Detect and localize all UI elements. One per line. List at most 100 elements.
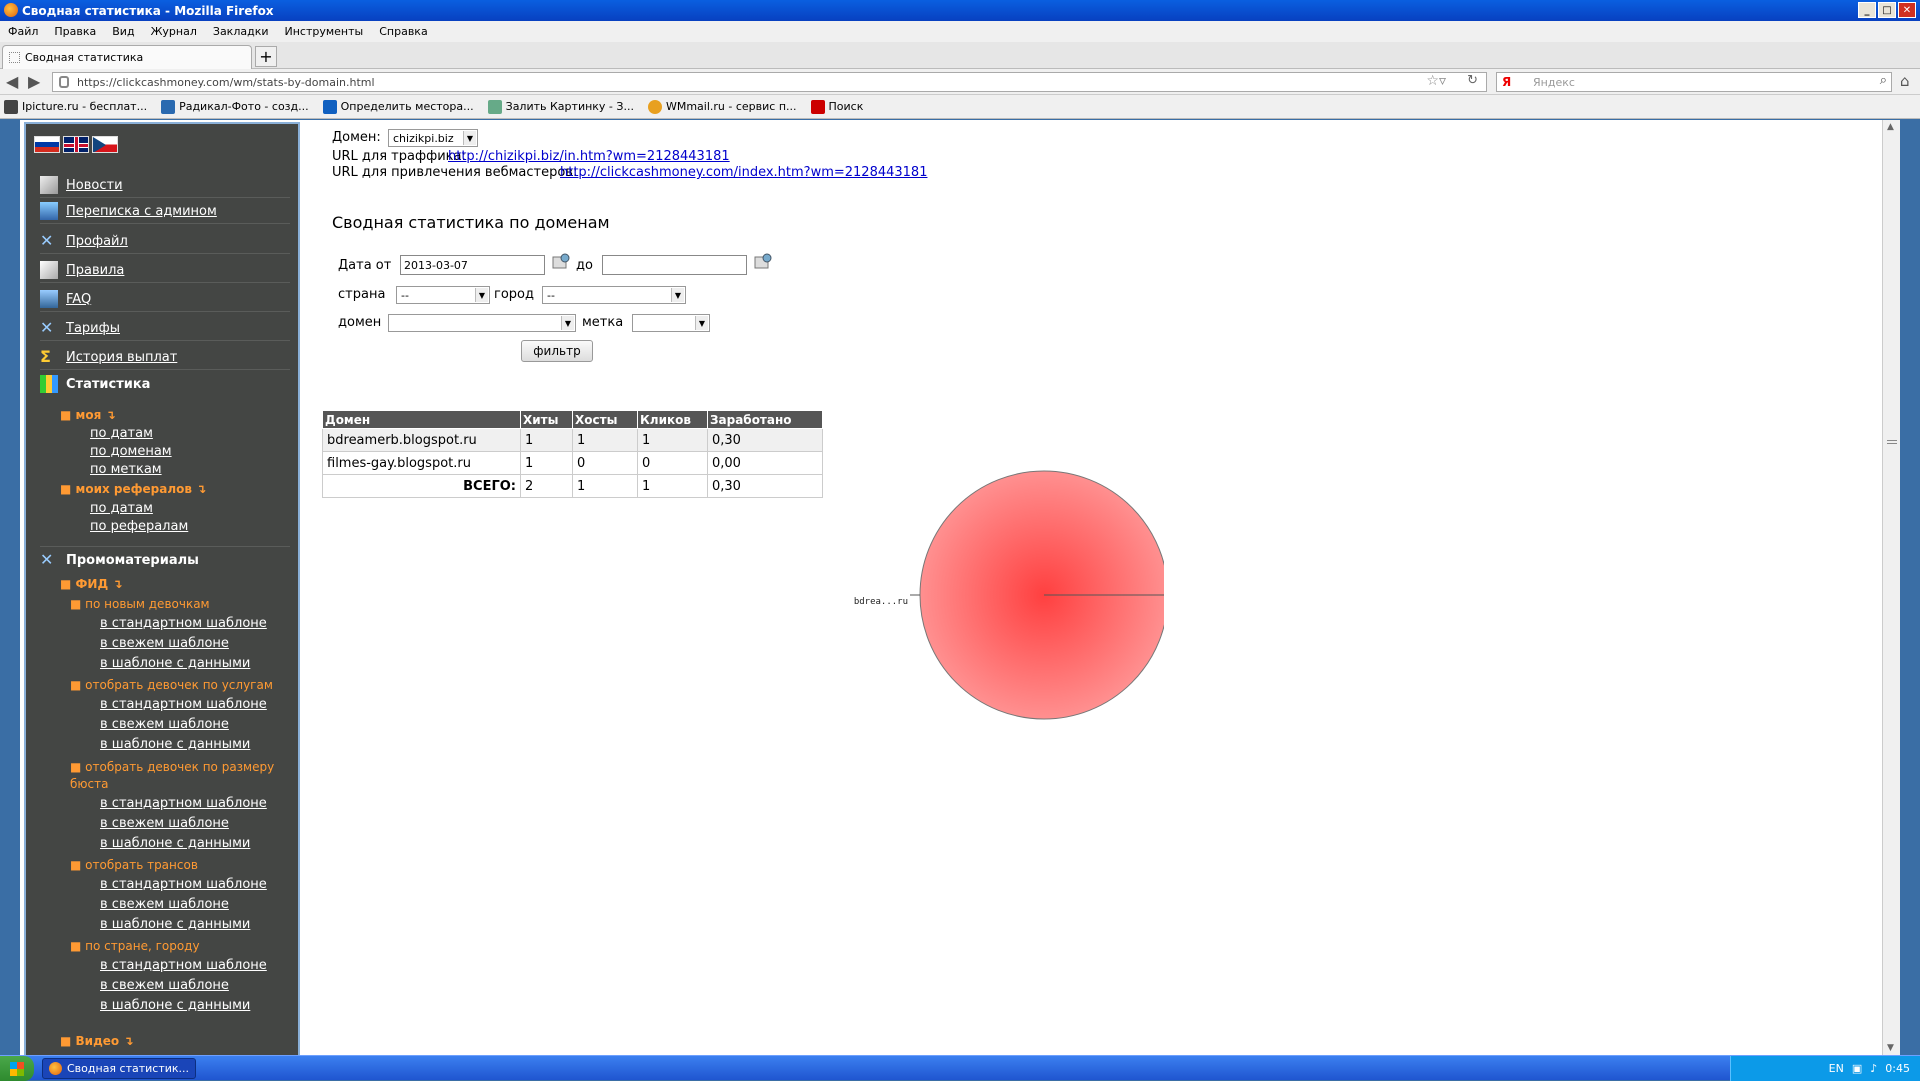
feed-link[interactable]: в шаблоне с данными bbox=[100, 998, 250, 1013]
menu-view[interactable]: Вид bbox=[112, 25, 134, 38]
close-button[interactable]: ✕ bbox=[1898, 2, 1916, 18]
feed-link[interactable]: в стандартном шаблоне bbox=[100, 697, 267, 712]
webmaster-url-link[interactable]: http://clickcashmoney.com/index.htm?wm=2… bbox=[560, 165, 927, 180]
bookmark-item[interactable]: WMmail.ru - сервис п... bbox=[647, 99, 797, 114]
feed-link[interactable]: в свежем шаблоне bbox=[100, 978, 229, 993]
feed-group-title[interactable]: ■ по новым девочкам bbox=[70, 597, 210, 611]
domain-select[interactable]: chizikpi.biz ▼ bbox=[388, 129, 478, 147]
url-bar[interactable]: https://clickcashmoney.com/wm/stats-by-d… bbox=[52, 72, 1487, 92]
cell-total-earned: 0,30 bbox=[707, 474, 823, 498]
scroll-down-icon[interactable]: ▼ bbox=[1887, 1043, 1894, 1053]
stats-my-by-domains[interactable]: по доменам bbox=[90, 444, 172, 459]
ip-locate-icon bbox=[322, 99, 337, 114]
feed-group-title[interactable]: ■ отобрать девочек по размеру бюста bbox=[70, 759, 300, 793]
feed-link[interactable]: в шаблоне с данными bbox=[100, 836, 250, 851]
sidebar-item-tariffs[interactable]: ✕ Тарифы bbox=[40, 319, 290, 341]
bookmark-item[interactable]: Ipicture.ru - бесплат... bbox=[4, 99, 147, 114]
filter-button[interactable]: фильтр bbox=[521, 340, 593, 362]
column-header: Хиты bbox=[520, 410, 573, 429]
back-arrow-icon[interactable]: ◀ bbox=[6, 72, 18, 91]
stats-my-by-tags[interactable]: по меткам bbox=[90, 462, 162, 477]
vertical-scrollbar[interactable]: ▲ ▼ bbox=[1882, 120, 1900, 1055]
country-select[interactable]: -- ▼ bbox=[396, 286, 490, 304]
scroll-up-icon[interactable]: ▲ bbox=[1887, 122, 1894, 132]
yandex-icon[interactable]: Я bbox=[1502, 75, 1511, 89]
calendar-icon[interactable] bbox=[552, 253, 570, 269]
russian-flag-icon[interactable] bbox=[34, 136, 60, 153]
sidebar-item-news[interactable]: Новости bbox=[40, 176, 290, 198]
feed-link[interactable]: в шаблоне с данными bbox=[100, 917, 250, 932]
promo-video[interactable]: ■ Видео ↴ bbox=[60, 1034, 133, 1048]
sidebar-item-rules[interactable]: Правила bbox=[40, 261, 290, 283]
stats-refs-by-referrals[interactable]: по рефералам bbox=[90, 519, 188, 534]
feed-group-title[interactable]: ■ отобрать девочек по услугам bbox=[70, 678, 273, 692]
search-icon[interactable]: ⌕ bbox=[1880, 73, 1887, 88]
city-select[interactable]: -- ▼ bbox=[542, 286, 686, 304]
firefox-icon bbox=[49, 1062, 62, 1075]
forward-arrow-icon[interactable]: ▶ bbox=[28, 72, 40, 91]
bookmark-item[interactable]: Радикал-Фото - созд... bbox=[161, 99, 309, 114]
domain-filter-select[interactable]: ▼ bbox=[388, 314, 576, 332]
cell-hosts: 0 bbox=[572, 451, 638, 475]
chevron-down-icon: ▼ bbox=[671, 288, 684, 302]
minimize-button[interactable]: _ bbox=[1858, 2, 1876, 18]
bookmark-star-icon[interactable]: ☆▿ bbox=[1426, 73, 1446, 89]
menu-bookmarks[interactable]: Закладки bbox=[213, 25, 269, 38]
sidebar-item-messages[interactable]: Переписка с админом bbox=[40, 202, 290, 224]
feed-link[interactable]: в шаблоне с данными bbox=[100, 737, 250, 752]
tab-title: Сводная статистика bbox=[25, 51, 144, 64]
calendar-icon[interactable] bbox=[754, 253, 772, 269]
sidebar-item-faq[interactable]: FAQ bbox=[40, 290, 290, 312]
date-from-label: Дата от bbox=[338, 258, 392, 273]
promo-feed[interactable]: ■ ФИД ↴ bbox=[60, 577, 122, 591]
feed-link[interactable]: в свежем шаблоне bbox=[100, 816, 229, 831]
traffic-url-link[interactable]: http://chizikpi.biz/in.htm?wm=2128443181 bbox=[448, 149, 730, 164]
sidebar-item-profile[interactable]: ✕ Профайл bbox=[40, 232, 290, 254]
feed-link[interactable]: в свежем шаблоне bbox=[100, 717, 229, 732]
sidebar-item-statistics[interactable]: Статистика bbox=[40, 375, 290, 396]
czech-flag-icon[interactable] bbox=[92, 136, 118, 153]
menu-help[interactable]: Справка bbox=[379, 25, 427, 38]
bookmark-item[interactable]: Определить местора... bbox=[322, 99, 474, 114]
date-to-input[interactable] bbox=[602, 255, 747, 275]
bookmark-item[interactable]: Поиск bbox=[810, 99, 863, 114]
webmaster-url-label: URL для привлечения вебмастеров: bbox=[332, 165, 578, 180]
language-indicator[interactable]: EN bbox=[1829, 1062, 1844, 1075]
feed-link[interactable]: в стандартном шаблоне bbox=[100, 796, 267, 811]
bookmark-item[interactable]: Залить Картинку - З... bbox=[487, 99, 634, 114]
sidebar-item-payouts[interactable]: Σ История выплат bbox=[40, 348, 290, 370]
tag-select[interactable]: ▼ bbox=[632, 314, 710, 332]
scroll-thumb[interactable] bbox=[1887, 440, 1897, 444]
feed-link[interactable]: в стандартном шаблоне bbox=[100, 877, 267, 892]
network-icon[interactable]: ▣ bbox=[1852, 1062, 1862, 1075]
feed-link[interactable]: в стандартном шаблоне bbox=[100, 958, 267, 973]
feed-link[interactable]: в свежем шаблоне bbox=[100, 636, 229, 651]
stats-refs[interactable]: ■ моих рефералов ↴ bbox=[60, 482, 206, 496]
menu-tools[interactable]: Инструменты bbox=[285, 25, 364, 38]
tab-active[interactable]: Сводная статистика bbox=[2, 45, 252, 69]
stats-my[interactable]: ■ моя ↴ bbox=[60, 408, 116, 422]
reload-icon[interactable]: ↻ bbox=[1467, 73, 1478, 88]
date-from-input[interactable]: 2013-03-07 bbox=[400, 255, 545, 275]
menu-file[interactable]: Файл bbox=[8, 25, 38, 38]
stats-refs-by-dates[interactable]: по датам bbox=[90, 501, 153, 516]
navigation-bar: ◀ ▶ https://clickcashmoney.com/wm/stats-… bbox=[0, 69, 1920, 95]
feed-link[interactable]: в шаблоне с данными bbox=[100, 656, 250, 671]
menu-history[interactable]: Журнал bbox=[151, 25, 197, 38]
english-flag-icon[interactable] bbox=[63, 136, 89, 153]
home-icon[interactable]: ⌂ bbox=[1900, 72, 1910, 90]
menu-edit[interactable]: Правка bbox=[54, 25, 96, 38]
start-button[interactable] bbox=[0, 1056, 34, 1081]
volume-icon[interactable]: ♪ bbox=[1870, 1062, 1877, 1075]
search-input[interactable]: Я Яндекс ⌕ bbox=[1496, 72, 1892, 92]
tools-icon: ✕ bbox=[40, 318, 54, 337]
new-tab-button[interactable]: + bbox=[255, 46, 277, 67]
feed-group-title[interactable]: ■ по стране, городу bbox=[70, 939, 200, 953]
stats-my-by-dates[interactable]: по датам bbox=[90, 426, 153, 441]
feed-link[interactable]: в свежем шаблоне bbox=[100, 897, 229, 912]
feed-group-title[interactable]: ■ отобрать трансов bbox=[70, 858, 198, 872]
taskbar-firefox-item[interactable]: Сводная статистик... bbox=[42, 1058, 196, 1079]
maximize-button[interactable]: □ bbox=[1878, 2, 1896, 18]
feed-link[interactable]: в стандартном шаблоне bbox=[100, 616, 267, 631]
sidebar-item-promo[interactable]: ✕ Промоматериалы bbox=[40, 546, 290, 572]
